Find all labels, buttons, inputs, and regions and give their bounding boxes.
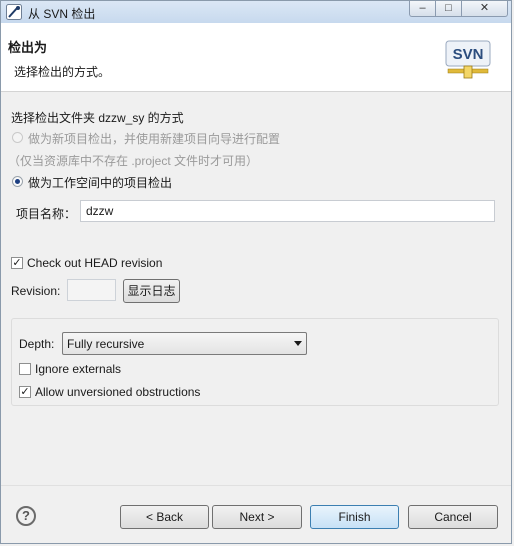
ignore-externals-label: Ignore externals	[35, 362, 122, 376]
depth-select[interactable]: Fully recursive	[62, 332, 307, 355]
back-button[interactable]: < Back	[120, 505, 209, 529]
title-bar[interactable]: 从 SVN 检出 – □ ✕	[1, 1, 511, 23]
depth-label: Depth:	[19, 337, 55, 351]
workspace-project-radio[interactable]	[12, 176, 23, 187]
close-button[interactable]: ✕	[461, 1, 508, 17]
cancel-button[interactable]: Cancel	[408, 505, 498, 529]
checkout-method-heading: 选择检出文件夹 dzzw_sy 的方式	[11, 111, 184, 125]
revision-input[interactable]	[67, 279, 116, 301]
project-name-label: 项目名称：	[16, 207, 77, 221]
svn-logo-text: SVN	[453, 46, 484, 63]
ignore-externals-checkbox[interactable]	[19, 363, 31, 375]
svn-connector-icon: SVN	[445, 40, 491, 79]
head-revision-checkbox[interactable]: ✓	[11, 257, 23, 269]
new-project-radio-label: 做为新项目检出，并使用新建项目向导进行配置	[28, 132, 281, 146]
project-name-input[interactable]: dzzw	[80, 200, 495, 222]
show-log-button[interactable]: 显示日志	[123, 279, 180, 303]
page-description: 选择检出的方式。	[14, 65, 111, 79]
allow-obstructions-checkbox[interactable]: ✓	[19, 386, 31, 398]
window-title: 从 SVN 检出	[28, 7, 96, 21]
new-project-radio[interactable]	[12, 132, 23, 143]
workspace-project-radio-label: 做为工作空间中的项目检出	[28, 176, 173, 190]
head-revision-label: Check out HEAD revision	[27, 256, 163, 270]
revision-label: Revision:	[11, 284, 61, 298]
page-title: 检出为	[8, 40, 48, 55]
checkout-dialog: 从 SVN 检出 – □ ✕ 检出为 选择检出的方式。 SVN 选择检出文件夹 …	[0, 0, 512, 544]
allow-obstructions-label: Allow unversioned obstructions	[35, 385, 201, 399]
help-icon[interactable]: ?	[16, 506, 36, 526]
depth-select-value: Fully recursive	[67, 337, 145, 351]
footer-divider	[1, 485, 511, 486]
svn-app-icon	[6, 4, 22, 20]
chevron-down-icon	[294, 341, 302, 346]
wizard-banner: 检出为 选择检出的方式。 SVN	[1, 23, 511, 92]
finish-button[interactable]: Finish	[310, 505, 399, 529]
maximize-button[interactable]: □	[435, 1, 462, 17]
minimize-button[interactable]: –	[409, 1, 436, 17]
next-button[interactable]: Next >	[212, 505, 302, 529]
new-project-note: （仅当资源库中不存在 .project 文件时才可用）	[8, 154, 259, 168]
